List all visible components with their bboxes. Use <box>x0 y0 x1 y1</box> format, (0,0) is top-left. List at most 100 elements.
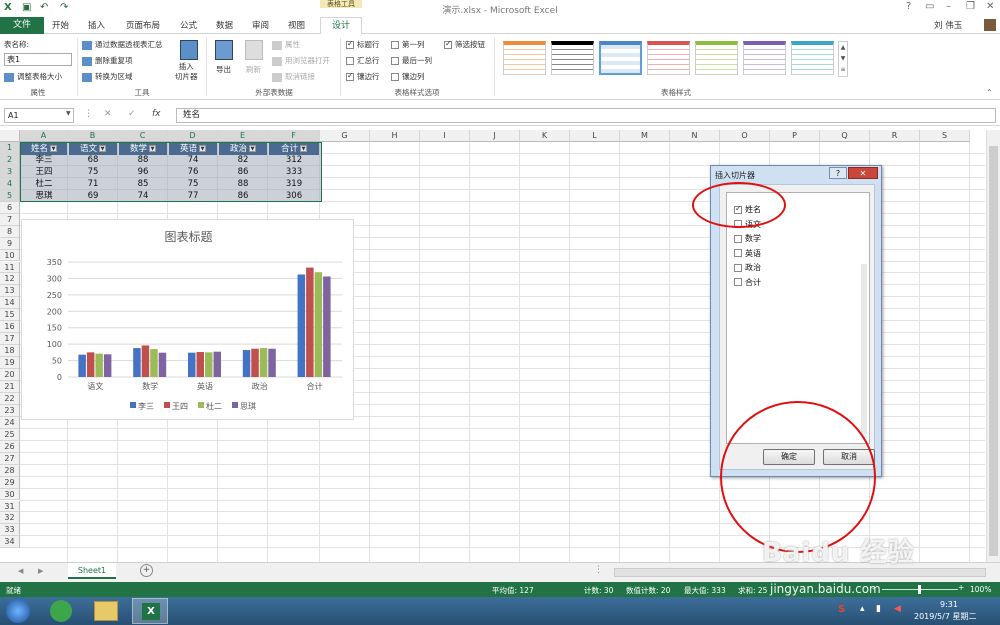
restore-icon[interactable]: ❐ <box>966 1 975 12</box>
user-name[interactable]: 刘 伟玉 <box>934 19 962 31</box>
browser-taskbar-icon[interactable] <box>50 600 72 622</box>
table-style-swatch[interactable] <box>743 41 786 75</box>
column-header[interactable]: J <box>470 130 520 142</box>
table-cell[interactable]: 68 <box>68 154 118 166</box>
export-button[interactable]: 导出 <box>216 64 231 75</box>
insert-function-icon[interactable]: fx <box>152 109 161 119</box>
help-icon[interactable]: ? <box>906 1 911 12</box>
option-banded-columns[interactable]: 镶边列 <box>391 71 425 82</box>
column-header[interactable]: R <box>870 130 920 142</box>
volume-icon[interactable]: ◀ <box>894 604 901 614</box>
row-header[interactable]: 13 <box>0 285 20 298</box>
row-header[interactable]: 8 <box>0 225 20 238</box>
row-header[interactable]: 19 <box>0 357 20 370</box>
column-header[interactable]: S <box>920 130 970 142</box>
insert-slicer-button[interactable]: 插入 切片器 <box>175 62 198 82</box>
row-header[interactable]: 31 <box>0 500 20 513</box>
styles-scroll[interactable]: ▲ ▼ ≡ <box>838 41 848 77</box>
vertical-scrollbar[interactable] <box>986 130 1000 562</box>
horizontal-scrollbar[interactable] <box>614 568 986 577</box>
ribbon-display-icon[interactable]: ▭ <box>925 1 934 12</box>
column-header[interactable]: H <box>370 130 420 142</box>
folder-taskbar-icon[interactable] <box>94 601 118 621</box>
row-header[interactable]: 18 <box>0 345 20 358</box>
tab-review[interactable]: 审阅 <box>252 19 269 31</box>
table-cell[interactable]: 88 <box>118 154 168 166</box>
resize-table-button[interactable]: 调整表格大小 <box>4 71 62 82</box>
name-box[interactable]: A1 <box>4 108 74 123</box>
table-style-swatch[interactable] <box>647 41 690 75</box>
convert-range-button[interactable]: 转换为区域 <box>82 71 133 82</box>
list-scrollbar[interactable] <box>861 264 867 434</box>
row-header[interactable]: 21 <box>0 381 20 393</box>
zoom-level[interactable]: 100% <box>970 585 991 594</box>
option-last-column[interactable]: 最后一列 <box>391 55 432 66</box>
table-cell[interactable]: 76 <box>168 166 218 178</box>
refresh-button[interactable]: 刷新 <box>246 64 261 75</box>
table-cell[interactable]: 李三 <box>20 154 68 166</box>
column-header[interactable]: G <box>320 130 370 142</box>
table-cell[interactable]: 86 <box>218 190 268 202</box>
unlink-button[interactable]: 取消链接 <box>272 71 315 82</box>
table-cell[interactable]: 74 <box>168 154 218 166</box>
table-cell[interactable]: 319 <box>268 178 320 190</box>
enter-icon[interactable]: ✓ <box>128 109 136 119</box>
column-header[interactable]: D <box>168 130 218 142</box>
table-cell[interactable]: 思琪 <box>20 190 68 202</box>
dialog-help-button[interactable]: ? <box>829 167 847 179</box>
table-cell[interactable]: 王四 <box>20 166 68 178</box>
table-cell[interactable]: 82 <box>218 154 268 166</box>
checkbox-icon[interactable] <box>734 278 742 286</box>
row-header[interactable]: 6 <box>0 201 20 214</box>
checkbox-icon[interactable] <box>734 263 742 272</box>
column-header[interactable]: F <box>268 130 320 142</box>
tab-design[interactable]: 设计 <box>320 17 362 34</box>
column-header[interactable]: N <box>670 130 720 142</box>
row-header[interactable]: 11 <box>0 261 20 274</box>
row-header[interactable]: 22 <box>0 392 20 405</box>
row-header[interactable]: 20 <box>0 369 20 381</box>
filter-dropdown-icon[interactable]: ▼ <box>99 145 106 152</box>
checkbox-icon[interactable] <box>734 234 742 243</box>
table-cell[interactable]: 333 <box>268 166 320 178</box>
close-icon[interactable]: ✕ <box>986 1 994 12</box>
add-sheet-icon[interactable]: + <box>140 564 153 577</box>
row-header[interactable]: 5 <box>0 189 20 202</box>
zoom-thumb[interactable] <box>918 585 921 594</box>
row-header[interactable]: 32 <box>0 512 20 525</box>
row-header[interactable]: 9 <box>0 237 20 250</box>
row-header[interactable]: 29 <box>0 476 20 489</box>
row-header[interactable]: 10 <box>0 249 20 262</box>
row-header[interactable]: 30 <box>0 488 20 501</box>
collapse-ribbon-icon[interactable]: ⌃ <box>986 88 993 97</box>
table-cell[interactable]: 75 <box>168 178 218 190</box>
table-cell[interactable]: 71 <box>68 178 118 190</box>
table-cell[interactable]: 85 <box>118 178 168 190</box>
start-button[interactable] <box>6 599 30 623</box>
table-cell[interactable]: 306 <box>268 190 320 202</box>
table-style-swatch[interactable] <box>695 41 738 75</box>
row-header[interactable]: 33 <box>0 524 20 537</box>
row-header[interactable]: 17 <box>0 333 20 346</box>
tray-s-icon[interactable]: S <box>838 604 845 615</box>
row-header[interactable]: 15 <box>0 309 20 322</box>
network-icon[interactable]: ▮ <box>876 604 881 614</box>
table-cell[interactable]: 96 <box>118 166 168 178</box>
table-style-swatch[interactable] <box>791 41 834 75</box>
tab-view[interactable]: 视图 <box>288 19 305 31</box>
minimize-icon[interactable]: – <box>946 1 951 12</box>
slicer-field-option[interactable]: 合计 <box>734 277 761 288</box>
filter-dropdown-icon[interactable]: ▼ <box>300 145 307 152</box>
row-header[interactable]: 12 <box>0 273 20 286</box>
row-header[interactable]: 34 <box>0 536 20 549</box>
sheet-tab-sheet1[interactable]: Sheet1 <box>68 563 116 579</box>
row-header[interactable]: 1 <box>0 142 20 154</box>
row-header[interactable]: 24 <box>0 416 20 429</box>
next-sheet-icon[interactable]: ▶ <box>38 567 43 575</box>
table-cell[interactable]: 74 <box>118 190 168 202</box>
filter-dropdown-icon[interactable]: ▼ <box>149 145 156 152</box>
checkbox-icon[interactable] <box>734 249 742 257</box>
column-header[interactable]: C <box>118 130 168 142</box>
filter-dropdown-icon[interactable]: ▼ <box>50 145 57 152</box>
clock-time[interactable]: 9:31 <box>940 600 958 609</box>
